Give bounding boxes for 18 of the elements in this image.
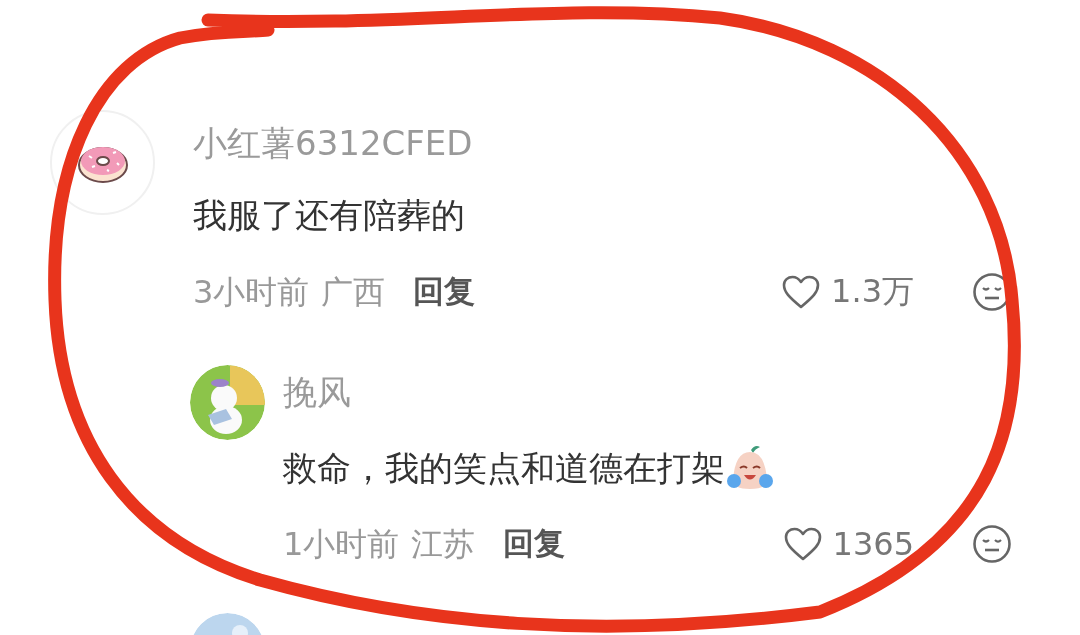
crying-laughing-emoji-icon: [725, 444, 775, 492]
timestamp: 3小时前: [193, 272, 310, 313]
like-button[interactable]: 1365: [782, 525, 914, 563]
comment-text: 我服了还有陪葬的: [193, 194, 465, 237]
reply-link[interactable]: 回复: [503, 523, 566, 565]
heart-icon: [782, 526, 823, 562]
username[interactable]: 挽风: [283, 369, 351, 415]
face-icon[interactable]: [972, 524, 1012, 564]
location: 广西: [321, 272, 386, 313]
timestamp: 1小时前: [283, 524, 400, 565]
heart-icon: [781, 274, 822, 310]
like-count: 1365: [832, 525, 914, 563]
like-button[interactable]: 1.3万: [781, 270, 914, 314]
reply-link[interactable]: 回复: [413, 271, 476, 313]
username[interactable]: 小红薯6312CFED: [193, 120, 473, 166]
location: 江苏: [411, 524, 476, 565]
like-count: 1.3万: [831, 271, 914, 312]
comment-text: 救命，我的笑点和道德在打架: [283, 447, 725, 490]
